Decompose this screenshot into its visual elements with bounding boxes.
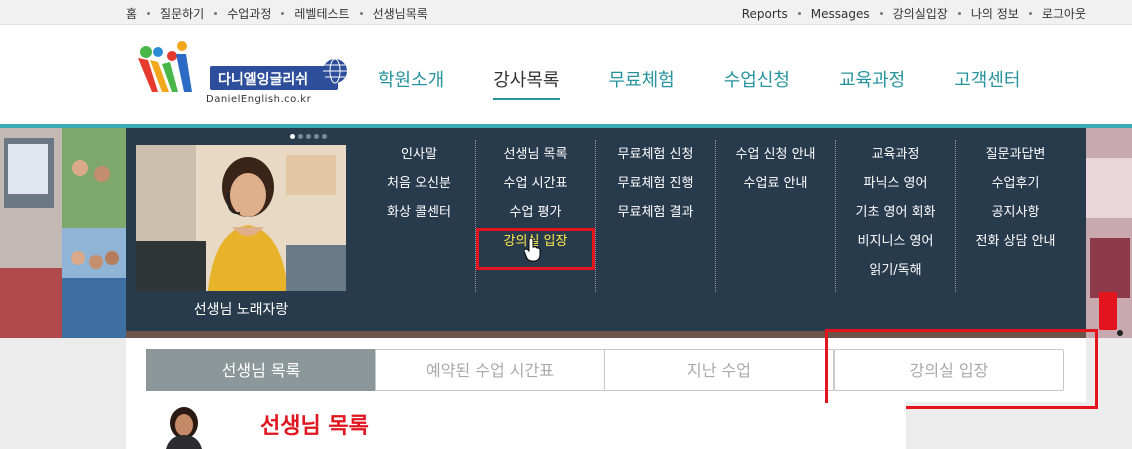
teacher-list-link[interactable]: 선생님목록 [373,5,428,22]
menu-phone-consult[interactable]: 전화 상담 안내 [956,227,1075,256]
side-red-tab[interactable] [1099,292,1117,330]
menu-tuition-guide[interactable]: 수업료 안내 [716,169,835,198]
nav-curriculum[interactable]: 교육과정 [839,66,905,92]
top-links-right: Reports Messages 강의실입장 나의 정보 로그아웃 [742,5,1086,22]
teacher-caption[interactable]: 선생님 노래자랑 [136,299,346,319]
menu-free-trial-progress[interactable]: 무료체험 진행 [596,169,715,198]
top-links-left: 홈 질문하기 수업과정 레벨테스트 선생님목록 [126,5,428,22]
site-header: 다니엘잉글리쉬 DanielEnglish.co.kr 학원소개 강사목록 무료… [0,26,1132,124]
reports-link[interactable]: Reports [742,7,788,21]
ask-question-link[interactable]: 질문하기 [160,5,204,22]
side-dot [1117,330,1123,336]
nav-customer-center[interactable]: 고객센터 [954,66,1020,92]
menu-col-class-apply: 수업 신청 안내 수업료 안내 [715,140,835,292]
menu-class-evaluation[interactable]: 수업 평가 [476,198,595,227]
logo-url-text: DanielEnglish.co.kr [206,94,312,105]
content-side-panel [906,402,1086,449]
menu-col-curriculum: 교육과정 파닉스 영어 기초 영어 회화 비지니스 영어 읽기/독해 [835,140,955,292]
main-nav: 학원소개 강사목록 무료체험 수업신청 교육과정 고객센터 [378,66,1070,100]
menu-video-callcenter[interactable]: 화상 콜센터 [364,198,474,227]
slide-dot[interactable] [298,134,303,139]
menu-col-free-trial: 무료체험 신청 무료체험 진행 무료체험 결과 [595,140,715,292]
menu-class-apply-guide[interactable]: 수업 신청 안내 [716,140,835,169]
classroom-entry-link[interactable]: 강의실입장 [893,5,948,22]
menu-qna[interactable]: 질문과답변 [956,140,1075,169]
menu-business-english[interactable]: 비지니스 영어 [836,227,955,256]
nav-free-trial[interactable]: 무료체험 [609,66,675,92]
menu-reading[interactable]: 읽기/독해 [836,256,955,285]
menu-curriculum[interactable]: 교육과정 [836,140,955,169]
tab-past-classes[interactable]: 지난 수업 [604,349,834,391]
separator-dot [359,12,363,15]
tab-reserved-schedule[interactable]: 예약된 수업 시간표 [375,349,605,391]
slide-dot[interactable] [322,134,327,139]
separator-dot [147,12,151,15]
menu-free-trial-result[interactable]: 무료체험 결과 [596,198,715,227]
menu-free-trial-apply[interactable]: 무료체험 신청 [596,140,715,169]
separator-dot [879,12,883,15]
globe-icon [323,58,347,84]
slide-indicator [290,134,330,139]
logout-link[interactable]: 로그아웃 [1042,5,1086,22]
site-logo[interactable]: 다니엘잉글리쉬 DanielEnglish.co.kr [136,40,348,112]
nav-teachers[interactable]: 강사목록 [493,66,560,100]
slide-dot[interactable] [290,134,295,139]
nav-class-apply[interactable]: 수업신청 [724,66,790,92]
teacher-photo[interactable] [136,145,346,291]
highlight-box-tab [825,329,1098,409]
slide-dot[interactable] [314,134,319,139]
separator-dot [281,12,285,15]
separator-dot [797,12,801,15]
top-utility-bar: 홈 질문하기 수업과정 레벨테스트 선생님목록 Reports Messages… [0,0,1132,25]
hand-cursor-icon [524,238,541,262]
teacher-avatar-photo [158,405,210,449]
logo-wordmark: 다니엘잉글리쉬 [210,66,338,90]
teacher-avatar [158,405,210,449]
tab-teacher-list[interactable]: 선생님 목록 [146,349,376,391]
menu-phonics[interactable]: 파닉스 영어 [836,169,955,198]
separator-dot [957,12,961,15]
menu-reviews[interactable]: 수업후기 [956,169,1075,198]
level-test-link[interactable]: 레벨테스트 [294,5,349,22]
my-info-link[interactable]: 나의 정보 [971,5,1019,22]
menu-col-about: 인사말 처음 오신분 화상 콜센터 [364,140,474,292]
separator-dot [1028,12,1032,15]
separator-dot [214,12,218,15]
menu-first-visit[interactable]: 처음 오신분 [364,169,474,198]
page-title: 선생님 목록 [260,413,369,439]
home-link[interactable]: 홈 [126,5,137,22]
menu-basic-conversation[interactable]: 기초 영어 회화 [836,198,955,227]
nav-about[interactable]: 학원소개 [378,66,444,92]
menu-class-schedule[interactable]: 수업 시간표 [476,169,595,198]
messages-link[interactable]: Messages [811,7,870,21]
slide-dot[interactable] [306,134,311,139]
teacher-headset-photo [136,145,346,291]
menu-notice[interactable]: 공지사항 [956,198,1075,227]
menu-col-customer: 질문과답변 수업후기 공지사항 전화 상담 안내 [955,140,1075,292]
menu-teacher-list[interactable]: 선생님 목록 [476,140,595,169]
course-link[interactable]: 수업과정 [227,5,271,22]
menu-greeting[interactable]: 인사말 [364,140,474,169]
